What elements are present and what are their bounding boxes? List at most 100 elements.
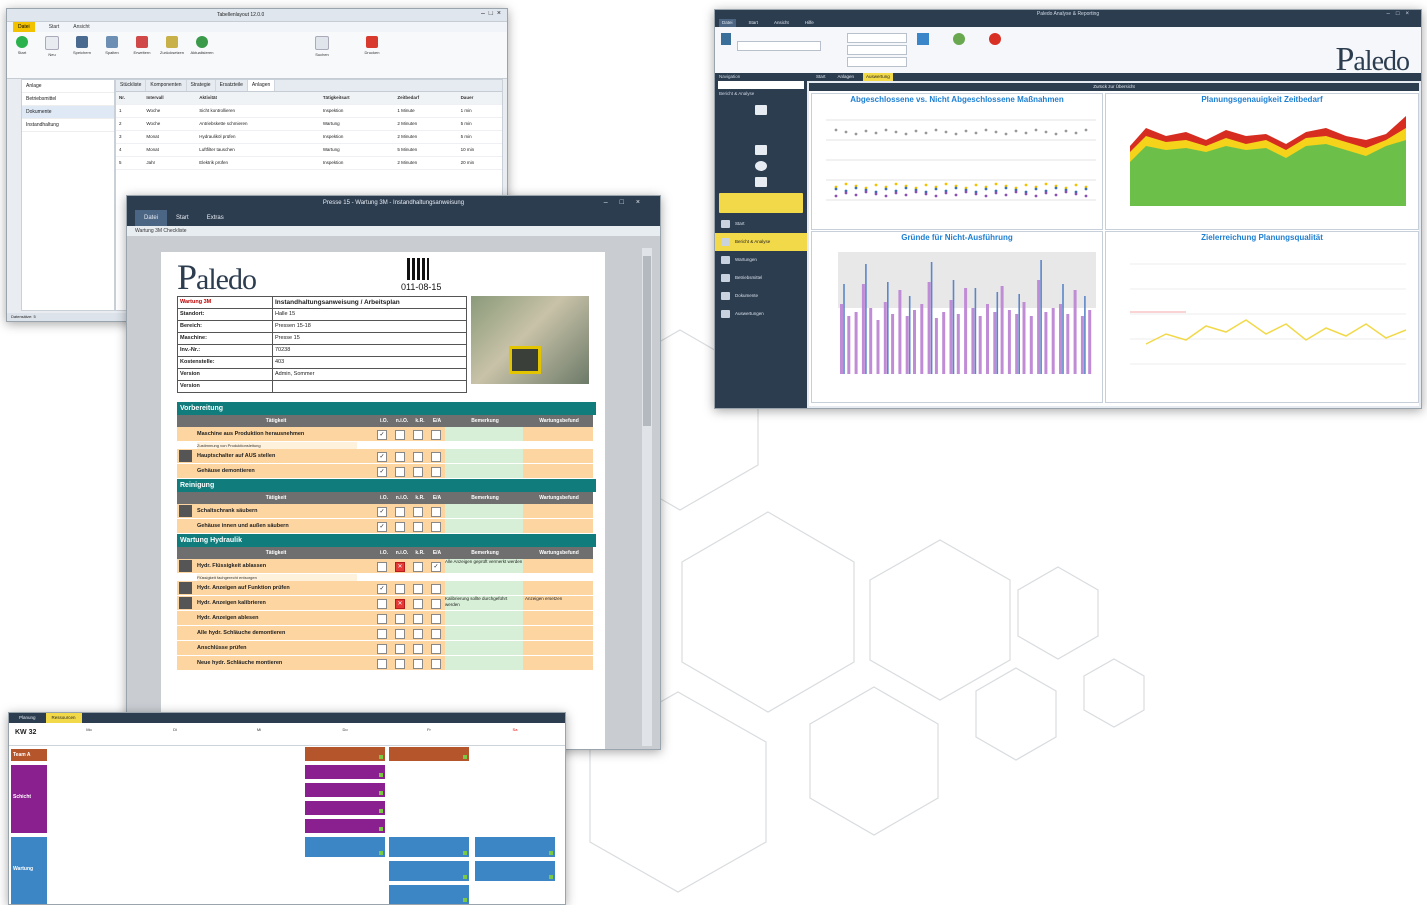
finding-cell[interactable]	[525, 581, 593, 595]
menu-start[interactable]: Start	[167, 210, 198, 226]
schedule-block[interactable]	[305, 765, 385, 779]
checkbox[interactable]	[413, 584, 423, 594]
checkbox[interactable]	[395, 507, 405, 517]
checkbox[interactable]	[377, 659, 387, 669]
columns-button[interactable]: Spalten	[103, 36, 121, 55]
checkbox[interactable]: ✕	[395, 562, 405, 572]
menu-extras[interactable]: Extras	[198, 210, 233, 226]
remark-cell[interactable]	[445, 449, 523, 463]
column-header[interactable]: Aktivität	[196, 92, 320, 105]
chart-icon[interactable]	[755, 145, 767, 155]
checkbox[interactable]	[377, 614, 387, 624]
finding-cell[interactable]: Anzeigen ersetzen	[525, 596, 593, 610]
ribbon-tab[interactable]: Hilfe	[802, 19, 817, 27]
gear-icon[interactable]	[755, 161, 767, 171]
print-button[interactable]: Drucken	[363, 36, 381, 55]
start-button[interactable]: Start	[13, 36, 31, 55]
save-button[interactable]: Speichern	[73, 36, 91, 55]
finding-cell[interactable]	[525, 449, 593, 463]
refresh-button[interactable]: Aktualisieren	[191, 36, 213, 55]
ribbon-tab[interactable]: Ansicht	[771, 19, 792, 27]
checkbox[interactable]	[413, 507, 423, 517]
checkbox[interactable]	[413, 522, 423, 532]
window-controls[interactable]: –□×	[1387, 10, 1415, 19]
lane-label[interactable]: Schicht	[11, 765, 47, 833]
checkbox[interactable]	[413, 467, 423, 477]
window-controls[interactable]: –□×	[604, 196, 652, 210]
remark-cell[interactable]	[445, 427, 523, 441]
table-row[interactable]: 5 Jahr Elektrik prüfen Inspektion 2 Minuten 2…	[116, 156, 502, 170]
schedule-block[interactable]	[305, 837, 385, 857]
checkbox[interactable]	[395, 614, 405, 624]
refresh-icon[interactable]	[953, 33, 965, 45]
finding-cell[interactable]	[525, 656, 593, 670]
period-field[interactable]	[847, 57, 907, 67]
new-button[interactable]: Neu	[43, 36, 61, 57]
tab-item[interactable]: Stückliste	[116, 80, 147, 91]
table-row[interactable]: 4 Monat Luftfilter tauschen Wartung 5 Minute…	[116, 143, 502, 157]
doc-tab[interactable]: Start	[813, 73, 829, 81]
finding-cell[interactable]	[525, 611, 593, 625]
checkbox[interactable]	[431, 644, 441, 654]
schedule-block[interactable]	[305, 819, 385, 833]
table-row[interactable]: 1 Woche Sicht kontrollieren Inspektion 1 Min…	[116, 104, 502, 118]
tree-item[interactable]: Instandhaltung	[22, 119, 114, 132]
checkbox[interactable]	[395, 644, 405, 654]
checkbox[interactable]	[395, 452, 405, 462]
report-icon[interactable]	[755, 105, 767, 115]
ribbon-tab-start[interactable]: Start	[49, 22, 60, 32]
schedule-block[interactable]	[475, 861, 555, 881]
lane-label[interactable]: Team A	[11, 749, 47, 761]
finding-cell[interactable]	[525, 519, 593, 533]
finding-cell[interactable]	[525, 427, 593, 441]
tab-item[interactable]: Komponenten	[146, 80, 187, 91]
checkbox[interactable]	[431, 599, 441, 609]
checkbox[interactable]	[377, 599, 387, 609]
checkbox[interactable]: ✕	[395, 599, 405, 609]
checkbox[interactable]: ✓	[377, 584, 387, 594]
remark-cell[interactable]	[445, 519, 523, 533]
schedule-block[interactable]	[389, 837, 469, 857]
ribbon-tab-view[interactable]: Ansicht	[73, 22, 89, 32]
checkbox[interactable]	[431, 430, 441, 440]
vertical-scrollbar[interactable]	[642, 248, 652, 746]
checkbox[interactable]	[413, 659, 423, 669]
tree-item[interactable]: Anlage	[22, 80, 114, 93]
tab-item[interactable]: Ersatzteile	[216, 80, 248, 91]
schedule-block[interactable]	[389, 885, 469, 904]
checkbox[interactable]	[413, 614, 423, 624]
scheduler-tab[interactable]: Planung	[13, 713, 42, 723]
checkbox[interactable]	[377, 629, 387, 639]
tree-item[interactable]: Betriebsmittel	[22, 93, 114, 106]
schedule-block[interactable]	[305, 747, 385, 761]
remark-cell[interactable]: Kalibrierung sollte durchgeführt werden	[445, 596, 523, 610]
checkbox[interactable]	[395, 584, 405, 594]
checkbox[interactable]	[431, 522, 441, 532]
nav-item-documents[interactable]: Dokumente	[715, 287, 807, 305]
filter-dropdown[interactable]	[737, 41, 821, 51]
reset-button[interactable]: Zurücksetzen	[160, 36, 184, 55]
dashboard-icon[interactable]	[719, 193, 803, 213]
filter-icon[interactable]	[917, 33, 929, 45]
nav-item-start[interactable]: Start	[715, 215, 807, 233]
nav-search-input[interactable]	[718, 81, 804, 89]
checkbox[interactable]: ✓	[377, 507, 387, 517]
checkbox[interactable]: ✓	[377, 430, 387, 440]
checkbox[interactable]	[395, 522, 405, 532]
checkbox[interactable]	[413, 644, 423, 654]
checkbox[interactable]: ✓	[377, 467, 387, 477]
checkbox[interactable]	[431, 629, 441, 639]
remark-cell[interactable]	[445, 581, 523, 595]
remark-cell[interactable]	[445, 641, 523, 655]
document-icon[interactable]	[755, 177, 767, 187]
schedule-block[interactable]	[389, 747, 469, 761]
home-icon[interactable]	[721, 33, 731, 45]
checkbox[interactable]	[395, 430, 405, 440]
checkbox[interactable]	[431, 584, 441, 594]
menu-file[interactable]: Datei	[135, 210, 168, 226]
checkbox[interactable]: ✓	[377, 522, 387, 532]
schedule-block[interactable]	[305, 783, 385, 797]
table-row[interactable]: 3 Monat Hydrauliköl prüfen Inspektion 2 Minu…	[116, 130, 502, 144]
nav-item-report[interactable]: Bericht & Analyse	[715, 233, 807, 251]
remark-cell[interactable]	[445, 504, 523, 518]
